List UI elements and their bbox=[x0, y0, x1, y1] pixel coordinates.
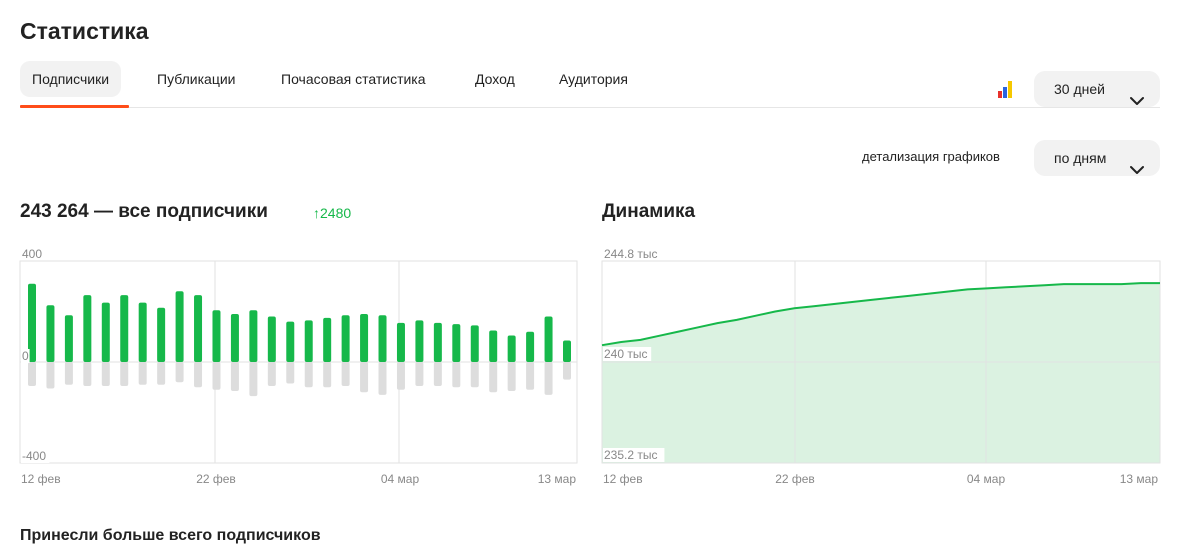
top-sources-heading: Принесли больше всего подписчиков bbox=[20, 527, 321, 544]
bar-negative bbox=[396, 362, 405, 390]
subscribers-total-heading: 243 264 — все подписчики bbox=[20, 201, 268, 222]
bar-positive bbox=[212, 310, 221, 362]
page-title: Статистика bbox=[20, 18, 149, 44]
bar-positive bbox=[563, 340, 571, 362]
bar-negative bbox=[415, 362, 424, 386]
bar-negative bbox=[526, 362, 535, 390]
x-tick-label: 13 мар bbox=[538, 472, 577, 486]
x-tick-label: 04 мар bbox=[381, 472, 420, 486]
bar-positive bbox=[120, 295, 129, 362]
bar-positive bbox=[507, 335, 516, 362]
y-tick-label: 244.8 тыс bbox=[604, 247, 657, 261]
arrow-up-icon: ↑ bbox=[313, 205, 320, 221]
subscribers-bar-chart: 400 0 -400 12 фев 22 фев 04 мар 13 мар bbox=[0, 240, 590, 500]
bar-positive bbox=[64, 315, 73, 362]
bar-positive bbox=[341, 315, 350, 362]
area-fill bbox=[602, 283, 1160, 463]
bar-negative bbox=[433, 362, 442, 386]
bar-negative bbox=[507, 362, 516, 392]
bar-negative bbox=[230, 362, 239, 392]
chevron-down-icon bbox=[1130, 152, 1144, 174]
bar-negative bbox=[101, 362, 110, 386]
y-tick-label: -400 bbox=[22, 449, 46, 463]
bar-positive bbox=[304, 320, 313, 362]
bar-negative bbox=[194, 362, 203, 388]
bar-positive bbox=[396, 322, 405, 362]
bar-negative bbox=[64, 362, 73, 385]
bar-positive bbox=[138, 302, 147, 362]
bar-negative bbox=[83, 362, 92, 386]
dynamics-area-chart: 244.8 тыс 240 тыс 235.2 тыс 12 фев 22 фев 04 … bbox=[590, 240, 1180, 500]
period-dropdown-label: 30 дней bbox=[1054, 81, 1105, 97]
bar-negative bbox=[175, 362, 184, 383]
bar-negative bbox=[249, 362, 258, 397]
detail-dropdown-label: по дням bbox=[1054, 150, 1107, 166]
bar-positive bbox=[544, 316, 553, 362]
active-tab-indicator bbox=[20, 105, 129, 108]
x-tick-label: 04 мар bbox=[967, 472, 1006, 486]
bar-negative bbox=[360, 362, 369, 393]
bar-positive bbox=[470, 325, 479, 362]
bar-negative bbox=[470, 362, 479, 388]
tab-subscribers[interactable]: Подписчики bbox=[20, 61, 122, 97]
y-tick-label: 0 bbox=[22, 349, 29, 363]
bar-positive bbox=[489, 330, 498, 362]
dynamics-heading: Динамика bbox=[602, 201, 696, 222]
chevron-down-icon bbox=[1130, 83, 1144, 105]
bar-negative bbox=[286, 362, 295, 384]
bar-chart-icon[interactable] bbox=[998, 80, 1018, 98]
y-tick-label: 235.2 тыс bbox=[604, 448, 657, 462]
bar-negative bbox=[28, 362, 36, 386]
tab-income[interactable]: Доход bbox=[463, 61, 527, 97]
bar-negative bbox=[563, 362, 571, 380]
tab-audience[interactable]: Аудитория bbox=[547, 61, 640, 97]
bar-positive bbox=[83, 295, 92, 362]
bar-positive bbox=[452, 324, 461, 362]
x-tick-label: 12 фев bbox=[603, 472, 643, 486]
tab-bar: Подписчики Публикации Почасовая статисти… bbox=[20, 61, 1160, 108]
bar-negative bbox=[46, 362, 55, 389]
bar-negative bbox=[157, 362, 166, 385]
bar-negative bbox=[212, 362, 221, 390]
x-tick-label: 12 фев bbox=[21, 472, 61, 486]
bar-positive bbox=[175, 291, 184, 362]
bar-positive bbox=[360, 314, 369, 362]
bar-negative bbox=[267, 362, 276, 386]
x-tick-label: 22 фев bbox=[775, 472, 815, 486]
detail-dropdown[interactable]: по дням bbox=[1034, 140, 1160, 176]
bar-positive bbox=[378, 315, 387, 362]
bar-positive bbox=[157, 307, 166, 362]
bar-negative bbox=[120, 362, 129, 386]
period-dropdown[interactable]: 30 дней bbox=[1034, 71, 1160, 107]
detail-label: детализация графиков bbox=[862, 149, 1000, 164]
bar-negative bbox=[138, 362, 147, 385]
bar-positive bbox=[194, 295, 203, 362]
bar-positive bbox=[286, 321, 295, 362]
y-tick-label: 240 тыс bbox=[604, 347, 647, 361]
bar-positive bbox=[433, 322, 442, 362]
tab-hourly-statistics[interactable]: Почасовая статистика bbox=[269, 61, 438, 97]
bar-negative bbox=[341, 362, 350, 386]
bar-positive bbox=[323, 317, 332, 362]
bar-positive bbox=[46, 305, 55, 362]
bar-negative bbox=[452, 362, 461, 388]
bar-positive bbox=[101, 302, 110, 362]
bar-positive bbox=[526, 331, 535, 362]
bar-negative bbox=[304, 362, 313, 388]
bar-positive bbox=[230, 314, 239, 362]
bar-positive bbox=[249, 310, 258, 362]
bar-negative bbox=[378, 362, 387, 395]
bar-negative bbox=[489, 362, 498, 393]
bar-positive bbox=[415, 320, 424, 362]
x-tick-label: 22 фев bbox=[196, 472, 236, 486]
bar-negative bbox=[323, 362, 332, 388]
x-tick-label: 13 мар bbox=[1120, 472, 1159, 486]
tab-publications[interactable]: Публикации bbox=[145, 61, 247, 97]
subscribers-delta-value: 2480 bbox=[320, 205, 352, 221]
y-tick-label: 400 bbox=[22, 247, 42, 261]
subscribers-delta: ↑2480 bbox=[313, 205, 351, 221]
bar-negative bbox=[544, 362, 553, 395]
bar-positive bbox=[267, 316, 276, 362]
